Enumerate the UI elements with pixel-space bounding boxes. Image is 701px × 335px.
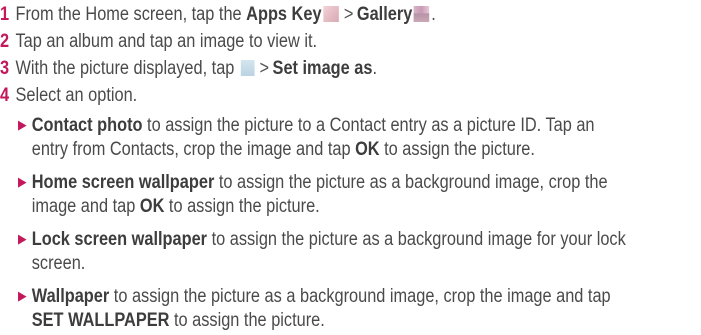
gallery-icon — [414, 6, 430, 22]
step-end: . — [372, 58, 378, 79]
step-end: . — [431, 4, 436, 25]
separator: > — [343, 4, 354, 25]
option-line: ▶ Contact photo to assign the picture to … — [18, 113, 697, 138]
option-line: ▶ Lock screen wallpaper to assign the pic… — [18, 227, 697, 252]
apps-key-label: Apps Key — [246, 4, 322, 25]
gallery-label: Gallery — [356, 4, 413, 25]
ok-label: OK — [139, 196, 165, 217]
option-line: ▶ Home screen wallpaper to assign the pic… — [18, 170, 697, 195]
instructions-document: 1 From the Home screen, tap the Apps Key >… — [0, 0, 701, 335]
step-text: From the Home screen, tap the — [15, 4, 242, 25]
step-number: 1 — [0, 4, 10, 25]
step-4: 4 Select an option. — [0, 84, 137, 108]
step-text: Select an option. — [15, 85, 138, 106]
step-2: 2 Tap an album and tap an image to view i… — [0, 30, 317, 54]
apps-key-icon — [323, 6, 339, 22]
option-text: to assign the picture as a background im… — [109, 286, 611, 307]
menu-icon — [240, 60, 255, 76]
option-line: entry from Contacts, crop the image and … — [18, 138, 697, 162]
option-contact-photo: ▶ Contact photo to assign the picture to … — [18, 113, 697, 162]
option-text: to assign the picture to a Contact entry… — [142, 115, 595, 136]
option-text: to assign the picture. — [169, 310, 325, 331]
bullet-arrow-icon: ▶ — [18, 174, 27, 189]
separator: > — [259, 58, 270, 79]
option-home-screen-wallpaper: ▶ Home screen wallpaper to assign the pic… — [18, 170, 697, 219]
option-line: SET WALLPAPER to assign the picture. — [18, 309, 697, 333]
option-text: entry from Contacts, crop the image and … — [31, 139, 356, 160]
option-text: to assign the picture as a background im… — [214, 172, 608, 193]
option-term: Lock screen wallpaper — [31, 229, 208, 250]
option-term: Home screen wallpaper — [31, 172, 215, 193]
step-number: 4 — [0, 85, 10, 106]
option-line: image and tap OK to assign the picture. — [18, 195, 697, 219]
bullet-arrow-icon: ▶ — [18, 231, 27, 246]
option-wallpaper: ▶ Wallpaper to assign the picture as a ba… — [18, 284, 697, 333]
option-lock-screen-wallpaper: ▶ Lock screen wallpaper to assign the pic… — [18, 227, 697, 276]
step-text: With the picture displayed, tap — [15, 58, 235, 79]
option-line: ▶ Wallpaper to assign the picture as a ba… — [18, 284, 697, 309]
option-text: to assign the picture as a background im… — [207, 229, 626, 250]
step-number: 2 — [0, 31, 10, 52]
bullet-arrow-icon: ▶ — [18, 117, 27, 132]
step-1: 1 From the Home screen, tap the Apps Key >… — [0, 3, 436, 27]
option-term: Contact photo — [31, 115, 143, 136]
set-image-as-label: Set image as — [272, 58, 373, 79]
option-line: screen. — [18, 252, 697, 276]
option-text: screen. — [31, 253, 86, 274]
set-wallpaper-label: SET WALLPAPER — [31, 310, 170, 331]
step-3: 3 With the picture displayed, tap > Set im… — [0, 57, 377, 81]
ok-label: OK — [355, 139, 380, 160]
option-term: Wallpaper — [31, 286, 110, 307]
option-text: to assign the picture. — [379, 139, 535, 160]
option-text: to assign the picture. — [164, 196, 320, 217]
step-text: Tap an album and tap an image to view it… — [15, 31, 318, 52]
option-text: image and tap — [31, 196, 140, 217]
bullet-arrow-icon: ▶ — [18, 288, 27, 303]
step-number: 3 — [0, 58, 10, 79]
